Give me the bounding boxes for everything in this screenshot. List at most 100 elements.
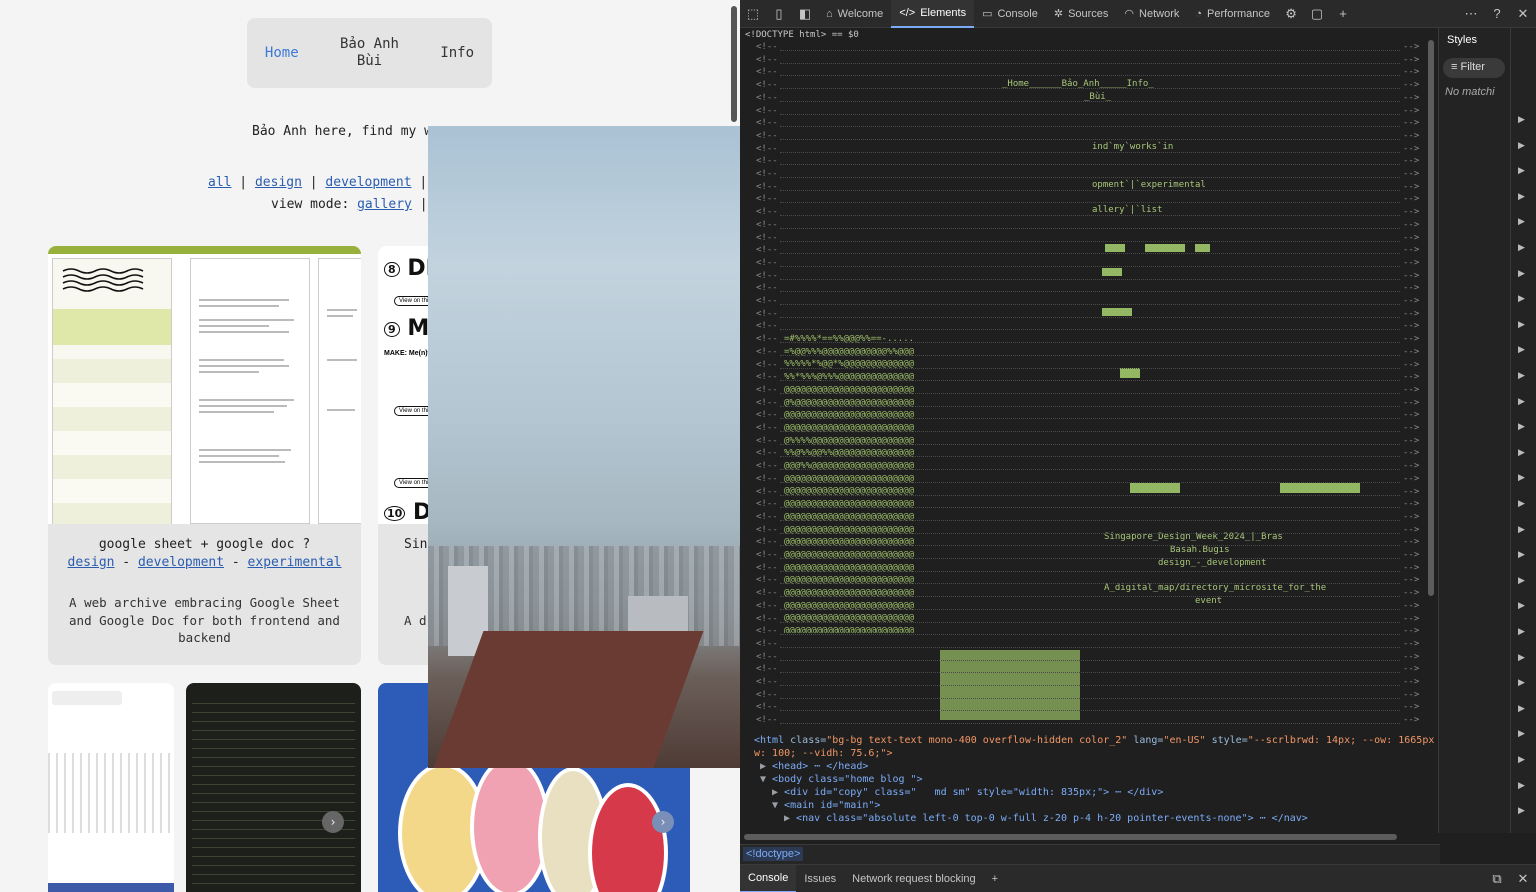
drawer-tab-console[interactable]: Console (740, 864, 797, 892)
expand-arrow-icon[interactable]: ▶ (1518, 344, 1525, 355)
add-tab-icon[interactable]: + (1330, 0, 1356, 28)
nav-node[interactable]: ▶ <nav class="absolute left-0 top-0 w-fu… (784, 813, 1308, 824)
expand-arrow-icon[interactable]: ▶ (1518, 216, 1525, 227)
expand-arrow-icon[interactable]: ▶ (1518, 549, 1525, 560)
filter-design[interactable]: design (255, 175, 302, 190)
comment-line-end: --> (1403, 67, 1420, 78)
comment-line: <!-- (756, 689, 778, 700)
expand-arrow-icon[interactable]: ▶ (1518, 165, 1525, 176)
carousel-next-icon[interactable]: › (652, 811, 674, 833)
expand-arrow-icon[interactable]: ▶ (760, 761, 772, 772)
expand-arrow-icon[interactable]: ▶ (1518, 780, 1525, 791)
breadcrumb-doctype[interactable]: <!doctype> (743, 847, 804, 861)
project-card[interactable]: › (186, 683, 361, 892)
tab-network[interactable]: ◠ Network (1116, 0, 1187, 28)
expand-arrow-icon[interactable]: ▶ (1518, 472, 1525, 483)
comment-line: <!-- (756, 372, 778, 383)
comment-line: <!-- (756, 42, 778, 52)
elements-tree[interactable]: <!DOCTYPE html> == $0 _Home______Bảo_Anh… (740, 28, 1436, 833)
comment-line-end: --> (1403, 613, 1420, 624)
tab-label: Console (997, 7, 1038, 20)
tab-console[interactable]: ▭ Console (974, 0, 1046, 28)
device-toolbar-icon[interactable]: ▯ (766, 0, 792, 28)
elements-horizontal-scrollbar[interactable] (744, 834, 1397, 840)
styles-filter-input[interactable]: ≡ Filter (1443, 58, 1505, 78)
doctype-node[interactable]: <!DOCTYPE html> == $0 (745, 30, 859, 40)
nav-home-link[interactable]: Home (265, 45, 299, 61)
number-badge: 8 (384, 261, 400, 277)
comment-line: <!-- (756, 207, 778, 218)
carousel-next-icon[interactable]: › (322, 811, 344, 833)
filter-development[interactable]: development (325, 175, 411, 190)
expand-arrow-icon[interactable]: ▶ (1518, 805, 1525, 816)
expand-arrow-icon[interactable]: ▶ (1518, 268, 1525, 279)
filter-all[interactable]: all (208, 175, 231, 190)
comment-line-end: --> (1403, 511, 1420, 522)
collapse-arrow-icon[interactable]: ▼ (772, 800, 784, 811)
nav-info-link[interactable]: Info (440, 45, 474, 61)
drawer-tab-network-blocking[interactable]: Network request blocking (844, 865, 984, 892)
comment-line-end: --> (1403, 461, 1420, 472)
tag-development[interactable]: development (138, 555, 224, 570)
close-icon[interactable]: ✕ (1510, 0, 1536, 28)
expand-arrow-icon[interactable]: ▶ (1518, 498, 1525, 509)
collapse-arrow-icon[interactable]: ▼ (760, 774, 772, 785)
expand-arrow-icon[interactable]: ▶ (1518, 652, 1525, 663)
html-node[interactable]: <html class="bg-bg text-text mono-400 ov… (754, 735, 1436, 746)
tab-elements[interactable]: </> Elements (891, 0, 975, 28)
drawer-tab-issues[interactable]: Issues (796, 865, 844, 892)
body-node[interactable]: ▼ <body class="home blog "> (760, 774, 923, 785)
expand-arrow-icon[interactable]: ▶ (1518, 524, 1525, 535)
expand-arrow-icon[interactable]: ▶ (1518, 600, 1525, 611)
head-node[interactable]: ▶ <head> ⋯ </head> (760, 761, 868, 772)
nav-name-link[interactable]: Bảo Anh Bùi (334, 36, 404, 70)
expand-arrow-icon[interactable]: ▶ (784, 813, 796, 824)
expand-arrow-icon[interactable]: ▶ (1518, 191, 1525, 202)
undock-drawer-icon[interactable]: ⧉ (1484, 865, 1510, 892)
expand-arrow-icon[interactable]: ▶ (1518, 242, 1525, 253)
expand-arrow-icon[interactable]: ▶ (1518, 447, 1525, 458)
comment-line: <!-- (756, 651, 778, 662)
help-icon[interactable]: ? (1484, 0, 1510, 28)
expand-arrow-icon[interactable]: ▶ (1518, 114, 1525, 125)
filter-sep: | (231, 175, 255, 190)
expand-arrow-icon[interactable]: ▶ (1518, 677, 1525, 688)
expand-arrow-icon[interactable]: ▶ (772, 787, 784, 798)
tab-label: Welcome (837, 7, 884, 20)
comment-underscore (780, 558, 1400, 559)
expand-arrow-icon[interactable]: ▶ (1518, 754, 1525, 765)
close-drawer-icon[interactable]: ✕ (1510, 865, 1536, 892)
elements-vertical-scrollbar[interactable] (1428, 40, 1434, 596)
html-style-attr: style= (1205, 735, 1248, 746)
expand-arrow-icon[interactable]: ▶ (1518, 396, 1525, 407)
tab-performance[interactable]: ◔ Performance (1187, 0, 1278, 28)
expand-arrow-icon[interactable]: ▶ (1518, 140, 1525, 151)
tab-sources[interactable]: ✲ Sources (1046, 0, 1117, 28)
expand-arrow-icon[interactable]: ▶ (1518, 293, 1525, 304)
tag-design[interactable]: design (68, 555, 115, 570)
application-icon[interactable]: ▢ (1304, 0, 1330, 28)
expand-arrow-icon[interactable]: ▶ (1518, 575, 1525, 586)
expand-arrow-icon[interactable]: ▶ (1518, 703, 1525, 714)
styles-tab[interactable]: Styles (1447, 34, 1477, 46)
tag-experimental[interactable]: experimental (248, 555, 342, 570)
expand-arrow-icon[interactable]: ▶ (1518, 626, 1525, 637)
dock-icon[interactable]: ◧ (792, 0, 818, 28)
view-mode-gallery[interactable]: gallery (357, 197, 412, 212)
expand-arrow-icon[interactable]: ▶ (1518, 370, 1525, 381)
project-card[interactable]: google sheet + google doc ? design - dev… (48, 246, 361, 665)
tab-welcome[interactable]: ⌂ Welcome (818, 0, 891, 28)
project-caption: google sheet + google doc ? design - dev… (48, 536, 361, 572)
add-drawer-tab-icon[interactable]: + (984, 865, 1006, 892)
div-copy-node[interactable]: ▶ <div id="copy" class=" md sm" style="w… (772, 787, 1163, 798)
settings-gear-icon[interactable]: ⚙ (1278, 0, 1304, 28)
page-scrollbar[interactable] (731, 6, 737, 122)
main-node[interactable]: ▼ <main id="main"> (772, 800, 880, 811)
more-options-icon[interactable]: ⋯ (1458, 0, 1484, 28)
ascii-photo: =#%%%%*==%%@@@%%==-..... =%@@%%%@@@@@@@@… (784, 334, 915, 633)
expand-arrow-icon[interactable]: ▶ (1518, 728, 1525, 739)
expand-arrow-icon[interactable]: ▶ (1518, 319, 1525, 330)
project-card[interactable] (48, 683, 174, 892)
inspect-icon[interactable]: ⬚ (740, 0, 766, 28)
expand-arrow-icon[interactable]: ▶ (1518, 421, 1525, 432)
